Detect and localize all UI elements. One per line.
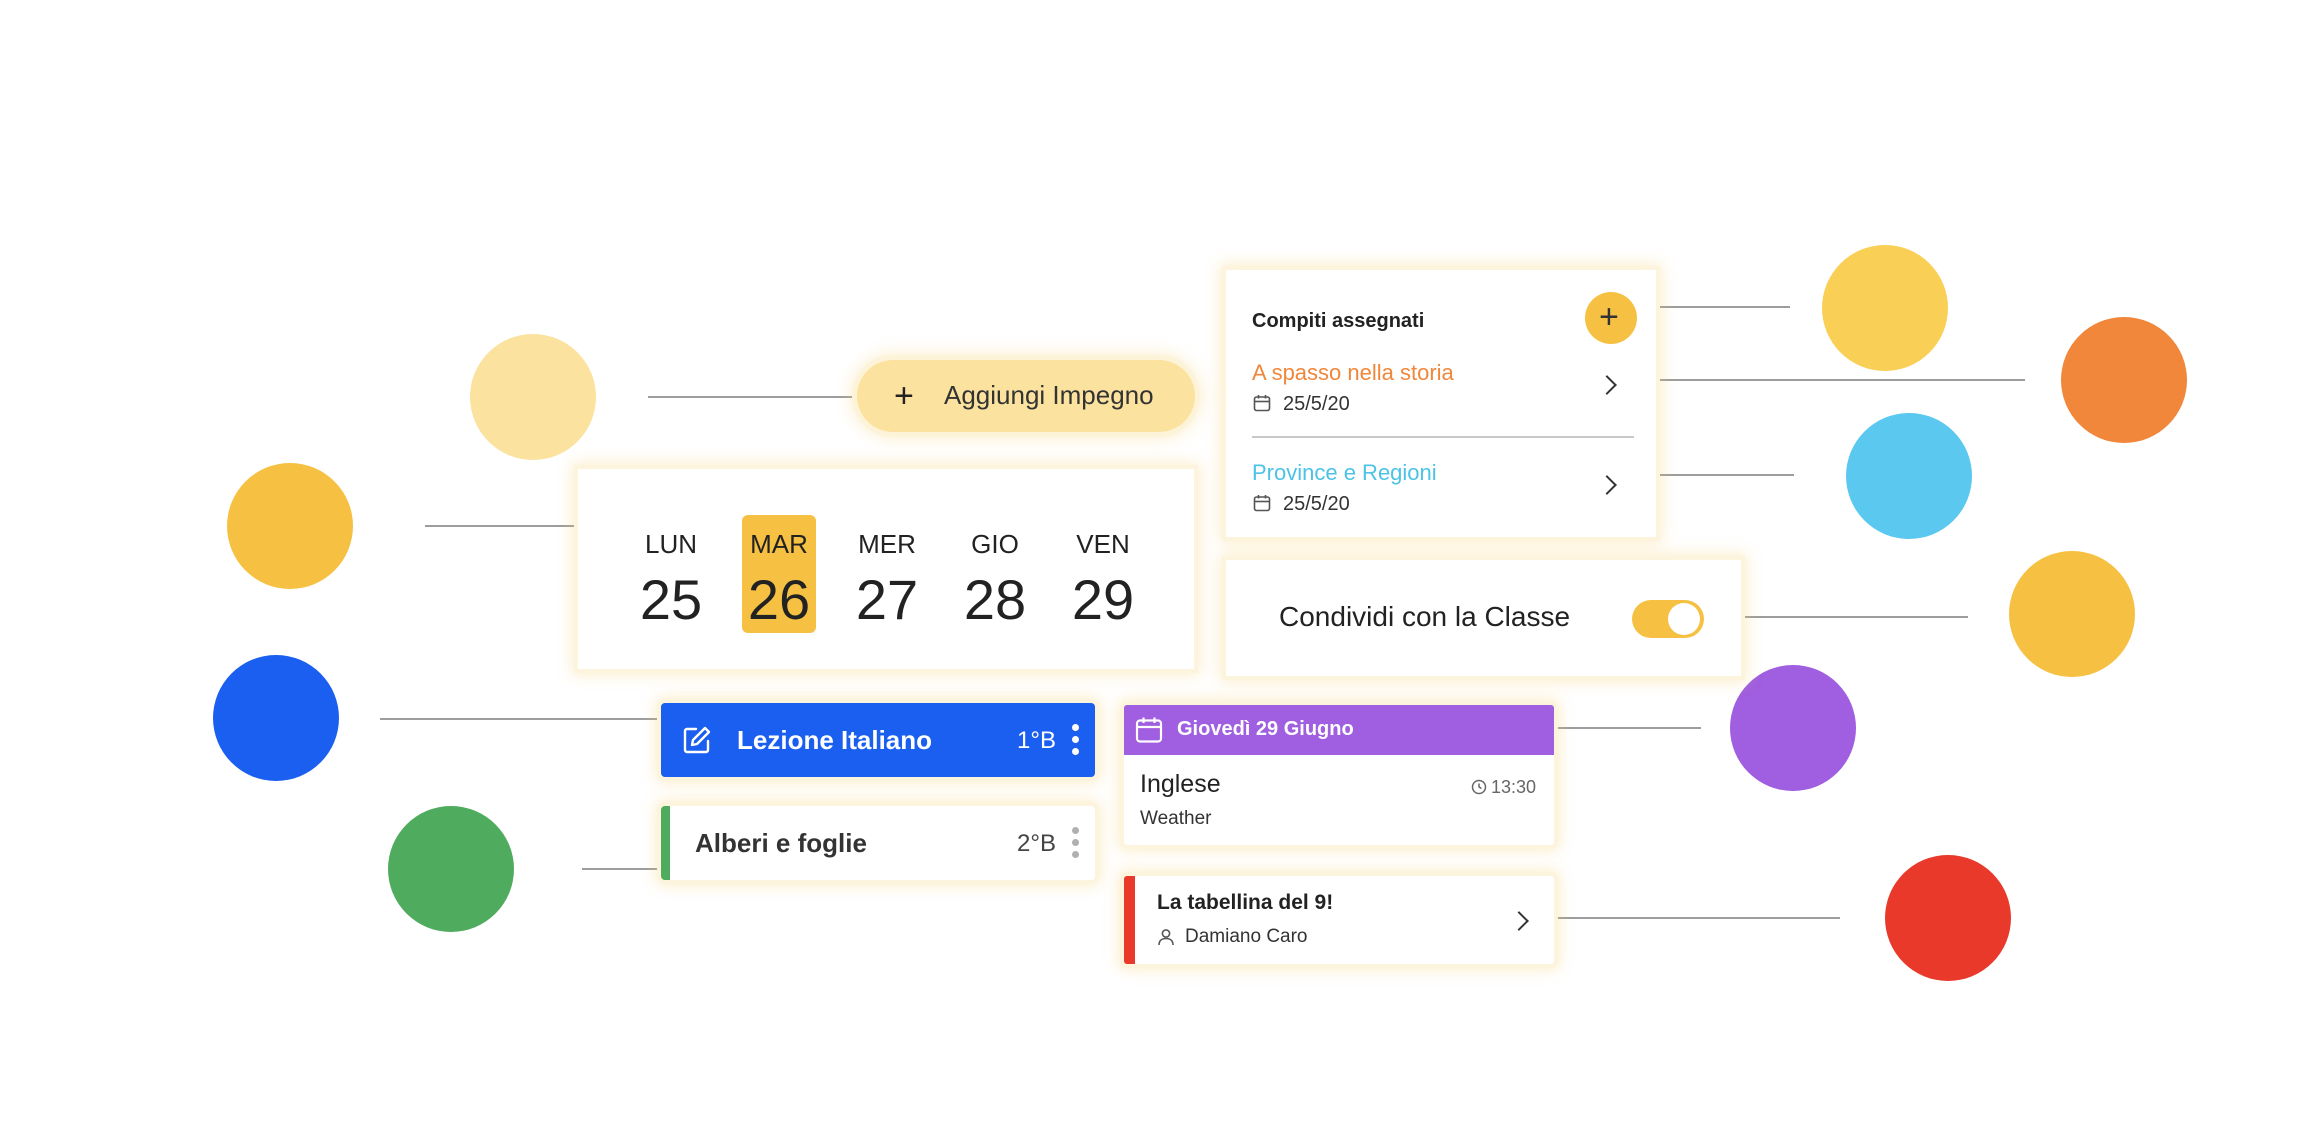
task-title: La tabellina del 9! — [1157, 891, 1334, 914]
share-label: Condividi con la Classe — [1279, 601, 1571, 632]
assignment-item[interactable]: Province e Regioni 25/5/20 — [1226, 454, 1656, 524]
event-card[interactable]: Giovedì 29 Giugno Inglese 13:30 Weather — [1124, 705, 1554, 845]
calendar-icon — [1253, 495, 1271, 512]
lesson-class: 1°B — [1017, 727, 1056, 754]
toggle-knob — [1668, 603, 1700, 635]
add-event-label: Aggiungi Impegno — [944, 380, 1154, 410]
lesson-title: Alberi e foglie — [695, 828, 867, 858]
more-icon[interactable] — [1072, 827, 1079, 863]
assignment-title: Province e Regioni — [1252, 460, 1437, 485]
event-time: 13:30 — [1491, 777, 1537, 797]
lesson-class: 2°B — [1017, 830, 1056, 857]
week-calendar: LUN 25 MAR 26 MER 27 GIO 28 VEN 29 — [578, 469, 1194, 669]
chevron-right-icon — [1597, 475, 1617, 495]
share-toggle[interactable] — [1632, 600, 1704, 638]
day-gio[interactable]: GIO 28 — [958, 515, 1032, 633]
more-icon[interactable] — [1072, 724, 1079, 760]
edit-icon — [683, 726, 711, 754]
day-mar-selected[interactable]: MAR 26 — [742, 515, 816, 633]
assignment-date: 25/5/20 — [1283, 493, 1350, 515]
chevron-right-icon — [1597, 375, 1617, 395]
calendar-icon — [1135, 717, 1163, 743]
assignments-card: Compiti assegnati + A spasso nella stori… — [1226, 270, 1656, 537]
dot-yellow-right — [2009, 551, 2135, 677]
day-lun[interactable]: LUN 25 — [634, 515, 708, 633]
lesson-card-alberi[interactable]: Alberi e foglie 2°B — [661, 806, 1095, 880]
dot-purple — [1730, 665, 1856, 791]
dot-green — [388, 806, 514, 932]
chevron-right-icon — [1509, 911, 1529, 931]
plus-icon: + — [1599, 298, 1619, 336]
dot-yellow-top-right — [1822, 245, 1948, 371]
clock-icon — [1471, 779, 1487, 795]
event-date-header: Giovedì 29 Giugno — [1177, 718, 1354, 740]
dot-red — [1885, 855, 2011, 981]
assignment-item[interactable]: A spasso nella storia 25/5/20 — [1226, 354, 1656, 424]
add-event-button[interactable]: + Aggiungi Impegno — [857, 360, 1195, 432]
dot-light-yellow — [470, 334, 596, 460]
dot-orange — [2061, 317, 2187, 443]
divider — [1252, 436, 1634, 438]
assignment-date: 25/5/20 — [1283, 393, 1350, 415]
lesson-title: Lezione Italiano — [737, 725, 933, 755]
task-author: Damiano Caro — [1185, 926, 1308, 947]
day-mer[interactable]: MER 27 — [850, 515, 924, 633]
user-icon — [1158, 929, 1174, 946]
event-topic: Weather — [1140, 808, 1212, 829]
dot-blue — [213, 655, 339, 781]
dot-cyan — [1846, 413, 1972, 539]
assignments-title: Compiti assegnati — [1252, 310, 1425, 332]
event-subject: Inglese — [1140, 770, 1221, 798]
event-header: Giovedì 29 Giugno — [1124, 705, 1554, 755]
assignment-title: A spasso nella storia — [1252, 360, 1454, 385]
day-ven[interactable]: VEN 29 — [1066, 515, 1140, 633]
dot-yellow-left — [227, 463, 353, 589]
calendar-icon — [1253, 395, 1271, 412]
share-class-card: Condividi con la Classe — [1226, 560, 1741, 676]
task-card[interactable]: La tabellina del 9! Damiano Caro — [1124, 876, 1554, 964]
add-assignment-button[interactable]: + — [1585, 292, 1637, 344]
plus-icon: + — [894, 377, 914, 415]
lesson-card-italiano[interactable]: Lezione Italiano 1°B — [661, 703, 1095, 777]
